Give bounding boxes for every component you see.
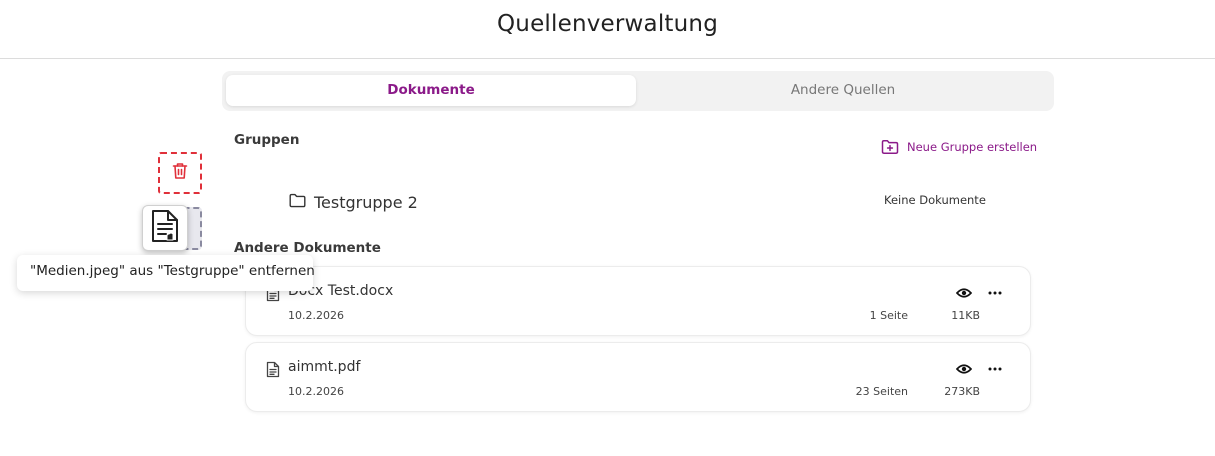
- folder-plus-icon: [881, 139, 899, 155]
- group-status: Keine Dokumente: [884, 193, 986, 207]
- document-card[interactable]: Docx Test.docx 10.2.2026 1 Seite 11KB: [245, 266, 1031, 336]
- new-group-button[interactable]: Neue Gruppe erstellen: [881, 138, 1037, 156]
- tab-andere-quellen[interactable]: Andere Quellen: [636, 75, 1050, 106]
- document-date: 10.2.2026: [288, 385, 344, 398]
- new-group-label: Neue Gruppe erstellen: [907, 140, 1038, 154]
- delete-drop-zone[interactable]: [158, 152, 202, 194]
- drag-tooltip: "Medien.jpeg" aus "Testgruppe" entfernen: [17, 255, 315, 291]
- group-item[interactable]: Testgruppe 2: [289, 191, 418, 213]
- eye-icon[interactable]: [955, 285, 973, 304]
- document-pages: 1 Seite: [869, 309, 908, 322]
- page-title: Quellenverwaltung: [496, 11, 719, 37]
- document-pages: 23 Seiten: [855, 385, 908, 398]
- document-name: aimmt.pdf: [288, 359, 361, 375]
- groups-section-label: Gruppen: [234, 132, 300, 148]
- document-size: 11KB: [951, 309, 980, 322]
- other-docs-section-label: Andere Dokumente: [234, 240, 381, 256]
- dragged-document[interactable]: [142, 205, 188, 251]
- document-drag-icon: [150, 209, 180, 247]
- tab-bar: Dokumente Andere Quellen: [222, 71, 1054, 111]
- trash-icon: [172, 162, 188, 184]
- folder-icon: [289, 193, 306, 212]
- more-horizontal-icon[interactable]: [987, 285, 1003, 304]
- header: Quellenverwaltung: [0, 0, 1215, 59]
- document-date: 10.2.2026: [288, 309, 344, 322]
- document-card[interactable]: aimmt.pdf 10.2.2026 23 Seiten 273KB: [245, 342, 1031, 412]
- more-horizontal-icon[interactable]: [987, 361, 1003, 380]
- file-text-icon: [266, 361, 280, 382]
- group-name: Testgruppe 2: [314, 192, 418, 212]
- document-size: 273KB: [944, 385, 980, 398]
- eye-icon[interactable]: [955, 361, 973, 380]
- tab-dokumente[interactable]: Dokumente: [226, 75, 636, 106]
